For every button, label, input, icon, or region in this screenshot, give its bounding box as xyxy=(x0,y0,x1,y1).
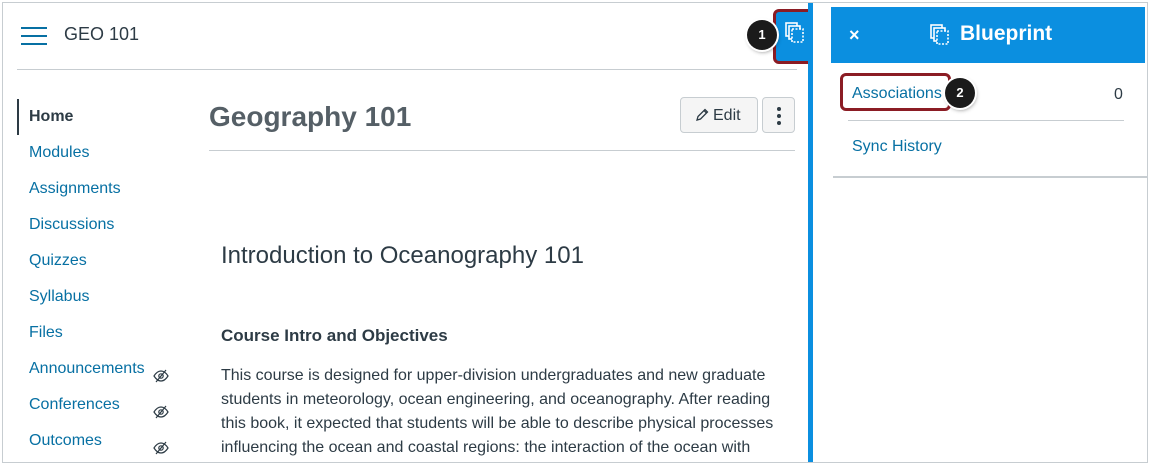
nav-item-home[interactable]: Home xyxy=(17,99,175,135)
course-area: GEO 101 1 Home Modules Assignments Discussi… xyxy=(3,3,817,462)
associations-link[interactable]: Associations xyxy=(840,73,951,111)
sync-history-link[interactable]: Sync History xyxy=(852,138,942,156)
nav-item-announcements[interactable]: Announcements xyxy=(17,351,175,387)
content-paragraph: This course is designed for upper-divisi… xyxy=(221,367,774,456)
nav-item-label: Syllabus xyxy=(29,288,90,305)
nav-item-label: Quizzes xyxy=(29,252,87,269)
close-icon[interactable]: × xyxy=(849,25,860,46)
nav-item-label: Files xyxy=(29,324,63,341)
nav-item-label: Conferences xyxy=(29,396,120,413)
course-code-breadcrumb[interactable]: GEO 101 xyxy=(64,24,139,45)
tray-title: Blueprint xyxy=(960,22,1053,45)
nav-item-conferences[interactable]: Conferences xyxy=(17,387,175,423)
nav-item-label: Announcements xyxy=(29,360,145,377)
header-divider xyxy=(17,69,797,70)
course-navigation: Home Modules Assignments Discussions Quizzes… xyxy=(17,99,175,459)
step-callout-1: 1 xyxy=(747,20,777,50)
nav-item-discussions[interactable]: Discussions xyxy=(17,207,175,243)
nav-item-assignments[interactable]: Assignments xyxy=(17,171,175,207)
eye-slash-icon xyxy=(153,433,169,462)
more-options-button[interactable] xyxy=(762,97,795,133)
pencil-icon xyxy=(696,108,709,121)
nav-item-files[interactable]: Files xyxy=(17,315,175,351)
blueprint-tray: × Blueprint Associations 2 0 Sync Histor… xyxy=(813,3,1147,462)
hamburger-menu-icon[interactable] xyxy=(21,27,47,45)
nav-item-label: Modules xyxy=(29,144,90,161)
content-heading: Introduction to Oceanography 101 xyxy=(221,242,584,269)
title-divider xyxy=(209,150,795,151)
nav-item-quizzes[interactable]: Quizzes xyxy=(17,243,175,279)
content-subheading: Course Intro and Objectives xyxy=(221,326,448,345)
nav-item-outcomes[interactable]: Outcomes xyxy=(17,423,175,459)
nav-item-label: Home xyxy=(29,108,74,125)
associations-label[interactable]: Associations xyxy=(852,85,942,103)
blueprint-icon xyxy=(930,24,949,45)
nav-item-label: Discussions xyxy=(29,216,115,233)
course-header: GEO 101 xyxy=(3,3,813,69)
tray-divider-bottom xyxy=(833,176,1147,178)
nav-item-label: Outcomes xyxy=(29,432,102,449)
edit-button-label: Edit xyxy=(713,107,741,124)
app-frame: GEO 101 1 Home Modules Assignments Discussi… xyxy=(2,2,1148,463)
edit-button[interactable]: Edit xyxy=(680,97,758,133)
tray-header: × Blueprint xyxy=(831,7,1145,63)
nav-item-modules[interactable]: Modules xyxy=(17,135,175,171)
associations-count: 0 xyxy=(1114,86,1123,103)
nav-item-syllabus[interactable]: Syllabus xyxy=(17,279,175,315)
tray-divider xyxy=(848,120,1124,121)
blueprint-icon xyxy=(785,22,804,43)
step-callout-2: 2 xyxy=(945,78,975,108)
page-title: Geography 101 xyxy=(209,101,412,132)
nav-item-label: Assignments xyxy=(29,180,121,197)
